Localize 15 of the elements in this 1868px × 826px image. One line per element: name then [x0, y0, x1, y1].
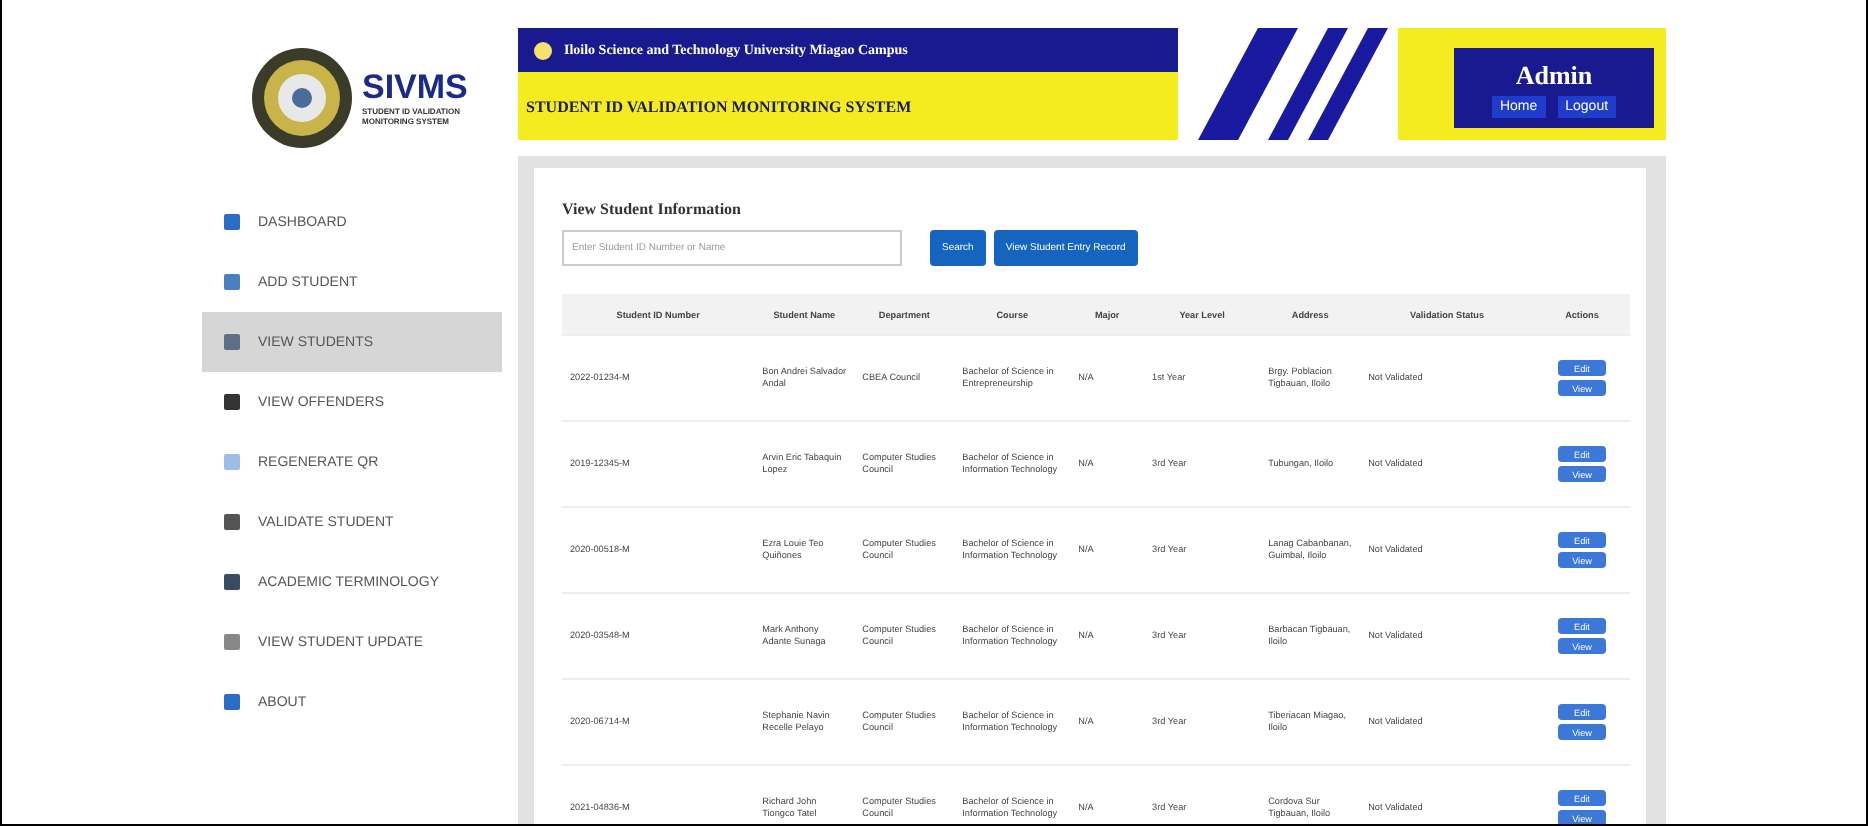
menu-item-icon	[222, 272, 242, 292]
logo-title: SIVMS	[362, 70, 470, 106]
system-title: STUDENT ID VALIDATION MONITORING SYSTEM	[526, 97, 912, 115]
menu-item-icon	[222, 512, 242, 532]
menu-item-icon	[222, 392, 242, 412]
menu-item-icon	[222, 332, 242, 352]
menu-item-icon	[222, 632, 242, 652]
menu-item-icon	[222, 212, 242, 232]
user-name: Admin	[1515, 59, 1593, 91]
page-title: View Student Information	[562, 200, 743, 218]
seal-icon	[534, 41, 552, 59]
menu-item-icon	[222, 452, 242, 472]
seal-icon	[250, 46, 354, 150]
menu-item-icon	[222, 572, 242, 592]
menu-item-icon	[222, 692, 242, 712]
